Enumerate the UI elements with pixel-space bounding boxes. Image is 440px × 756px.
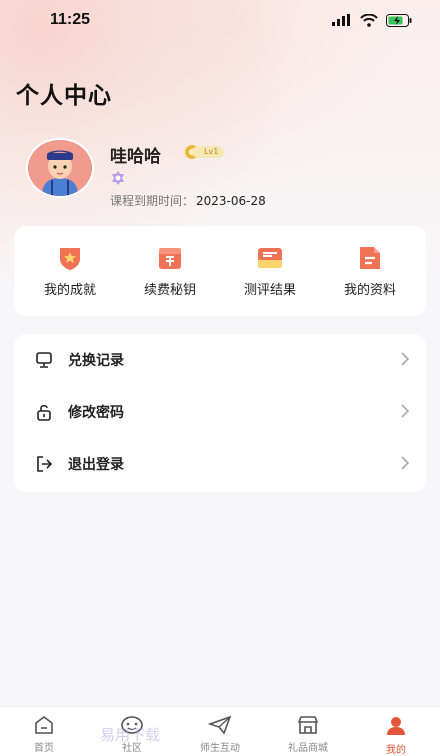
- expire-row: 课程到期时间： 2023-06-28: [110, 192, 266, 209]
- bottom-tab-bar: 首页 社区 师生互动 礼品商城 我的: [0, 706, 440, 756]
- unlock-icon: [34, 402, 54, 422]
- tab-home[interactable]: 首页: [4, 715, 84, 754]
- tab-label: 首页: [34, 743, 54, 754]
- level-badge: Lv1: [184, 144, 225, 160]
- home-icon: [35, 716, 53, 734]
- renew-key-icon: [159, 247, 181, 269]
- settings-menu-card: 兑换记录 修改密码 退出登录: [14, 334, 426, 492]
- store-icon: [297, 716, 319, 734]
- chevron-right-icon: [400, 403, 410, 422]
- menu-item-change-password[interactable]: 修改密码: [14, 386, 426, 438]
- level-text: Lv1: [192, 146, 225, 158]
- logout-icon: [34, 454, 54, 474]
- quick-action-achievement[interactable]: 我的成就: [25, 245, 115, 298]
- quick-actions-card: 我的成就 续费秘钥 测评结果 我的资料: [14, 226, 426, 316]
- tab-label: 师生互动: [200, 743, 240, 754]
- quick-action-assessment[interactable]: 测评结果: [225, 245, 315, 298]
- wifi-icon: [360, 13, 378, 27]
- menu-item-label: 兑换记录: [68, 353, 124, 369]
- achievement-icon: [60, 247, 80, 270]
- expire-date: 2023-06-28: [196, 194, 266, 208]
- tab-mine[interactable]: 我的: [356, 715, 436, 756]
- tab-gift-store[interactable]: 礼品商城: [268, 715, 348, 754]
- chevron-right-icon: [400, 351, 410, 370]
- menu-item-logout[interactable]: 退出登录: [14, 438, 426, 490]
- avatar-illustration-icon: [28, 140, 92, 196]
- quick-action-label: 续费秘钥: [143, 282, 196, 298]
- expire-label: 课程到期时间：: [110, 194, 195, 208]
- menu-item-label: 修改密码: [68, 405, 124, 421]
- tab-label: 我的: [386, 745, 406, 756]
- paper-plane-icon: [208, 715, 232, 735]
- monitor-icon: [34, 350, 54, 370]
- avatar[interactable]: [26, 138, 94, 198]
- quick-action-label: 我的成就: [43, 282, 96, 298]
- watermark: 易用下载: [100, 726, 161, 744]
- status-time: 11:25: [50, 11, 91, 28]
- status-icons: [332, 13, 412, 27]
- quick-action-label: 我的资料: [343, 282, 396, 298]
- page-title: 个人中心: [16, 83, 112, 109]
- quick-action-renew-key[interactable]: 续费秘钥: [125, 245, 215, 298]
- profile-header: 哇哈哈 Lv1 课程到期时间： 2023-06-28: [26, 138, 426, 208]
- signal-icon: [332, 14, 350, 26]
- profile-docs-icon: [360, 246, 380, 269]
- vip-badge-icon: [112, 171, 124, 185]
- menu-item-label: 退出登录: [68, 457, 124, 473]
- status-bar: 11:25: [0, 0, 440, 40]
- username: 哇哈哈: [110, 147, 161, 167]
- chevron-right-icon: [400, 455, 410, 474]
- menu-item-exchange-records[interactable]: 兑换记录: [14, 334, 426, 386]
- assessment-icon: [258, 247, 282, 268]
- tab-teacher-student[interactable]: 师生互动: [180, 715, 260, 754]
- quick-action-label: 测评结果: [243, 282, 296, 298]
- user-icon: [387, 717, 405, 735]
- tab-label: 礼品商城: [288, 743, 328, 754]
- quick-action-profile-docs[interactable]: 我的资料: [325, 245, 415, 298]
- battery-icon: [386, 13, 412, 27]
